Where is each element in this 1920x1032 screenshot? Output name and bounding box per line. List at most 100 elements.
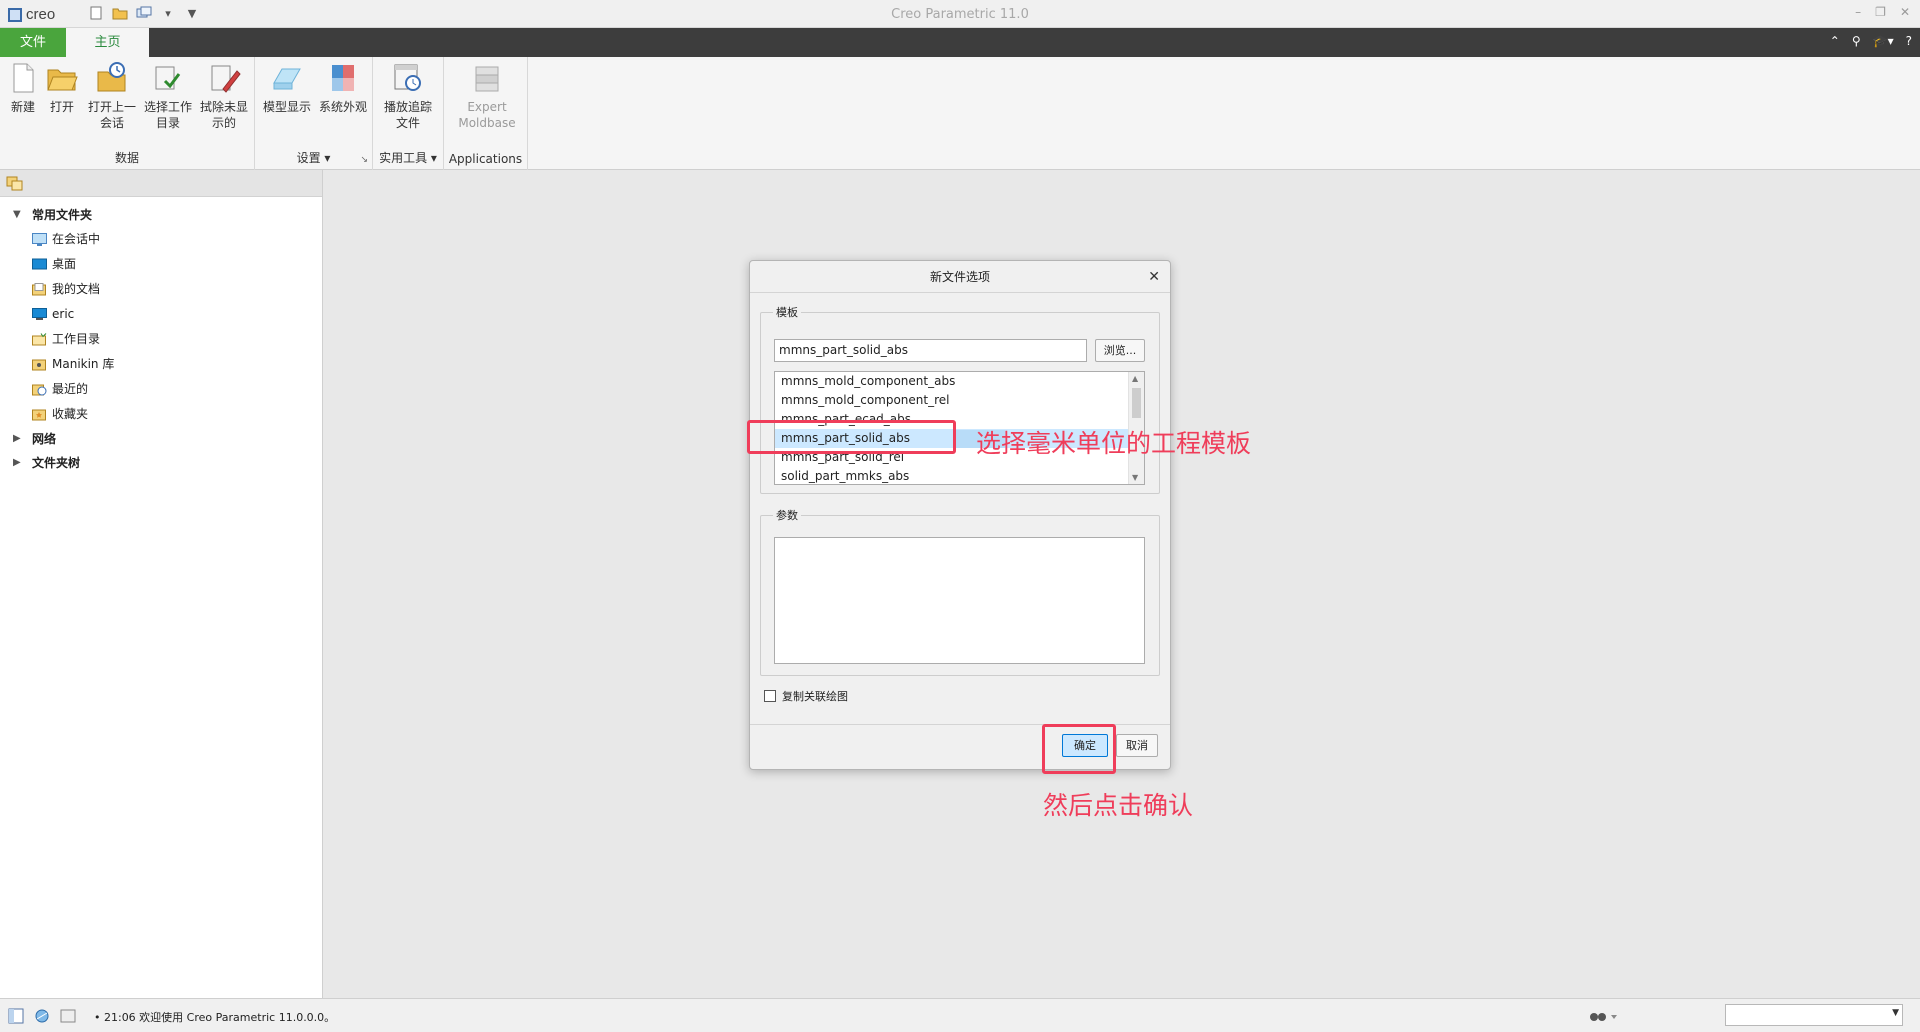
find-icon[interactable] <box>1589 1008 1619 1024</box>
tab-bar-tools: ⌃ ⚲ 🎓▾ ? <box>1830 34 1912 48</box>
in-session-icon <box>32 233 47 246</box>
nav-item-recent[interactable]: 最近的 <box>0 377 322 402</box>
tab-file[interactable]: 文件 <box>0 28 66 57</box>
folder-browser-icon[interactable] <box>6 175 24 191</box>
collapsed-arrow-icon[interactable]: ▶ <box>13 451 21 475</box>
nav-item-in-session[interactable]: 在会话中 <box>0 227 322 252</box>
ribbon: 新建 打开 打开上一 会话 选择工作 目录 拭除未显 示的 数据 模型显示 系统… <box>0 57 1920 170</box>
window-switch-icon[interactable] <box>136 5 152 21</box>
navigator-panel: ▼ 常用文件夹 在会话中 桌面 我的文档 eric 工作目录 Manikin 库… <box>0 170 323 998</box>
favorites-icon <box>32 409 46 421</box>
group-title-data: 数据 <box>114 151 139 165</box>
erase-icon <box>211 65 241 93</box>
restore-icon[interactable]: ❐ <box>1875 5 1886 19</box>
nav-item-manikin-library[interactable]: Manikin 库 <box>0 352 322 377</box>
template-input[interactable]: mmns_part_solid_abs <box>774 339 1087 362</box>
settings-dropdown[interactable]: 设置 ▾ <box>255 149 372 166</box>
new-file-options-dialog: 新文件选项 ✕ 模板 mmns_part_solid_abs 浏览... mmn… <box>749 260 1171 770</box>
list-item[interactable]: mmns_mold_component_abs <box>775 372 1128 391</box>
ribbon-group-settings: 模型显示 系统外观 设置 ▾ ↘ <box>255 57 373 170</box>
play-trail-file-button[interactable]: 播放追踪 文件 <box>379 61 437 131</box>
nav-item-desktop[interactable]: 桌面 <box>0 252 322 277</box>
collapsed-arrow-icon[interactable]: ▶ <box>13 427 21 451</box>
open-last-session-button[interactable]: 打开上一 会话 <box>84 61 140 131</box>
navigator-toggle-icon[interactable] <box>8 1008 24 1024</box>
close-icon[interactable]: ✕ <box>1148 261 1160 293</box>
creo-logo: creo <box>8 6 55 23</box>
working-directory-icon <box>32 333 47 346</box>
browse-button[interactable]: 浏览... <box>1095 339 1145 362</box>
system-appearance-icon <box>332 65 354 91</box>
navigator-header <box>0 170 322 197</box>
computer-icon <box>32 308 47 320</box>
scroll-thumb[interactable] <box>1132 388 1141 418</box>
learning-icon[interactable]: 🎓▾ <box>1873 34 1894 48</box>
scroll-down-icon[interactable]: ▼ <box>1132 473 1138 482</box>
utilities-dropdown[interactable]: 实用工具 ▾ <box>373 149 443 166</box>
documents-icon <box>32 283 46 296</box>
minimize-icon[interactable]: – <box>1855 5 1861 19</box>
new-file-icon[interactable] <box>88 5 104 21</box>
customize-toolbar-icon[interactable]: ▼ <box>184 5 200 21</box>
open-folder-icon[interactable] <box>112 5 128 21</box>
working-directory-icon <box>155 66 181 90</box>
tab-home[interactable]: 主页 <box>66 28 149 57</box>
moldbase-icon <box>475 66 499 92</box>
annotation-select-template: 选择毫米单位的工程模板 <box>976 429 1252 458</box>
selection-filter-dropdown[interactable]: ▼ <box>1725 1004 1903 1026</box>
annotation-box-template <box>747 420 956 454</box>
list-item[interactable]: mmns_mold_component_rel <box>775 391 1128 410</box>
dialog-title-bar: 新文件选项 ✕ <box>750 261 1170 293</box>
ribbon-group-utilities: 播放追踪 文件 实用工具 ▾ <box>373 57 444 170</box>
select-working-directory-button[interactable]: 选择工作 目录 <box>140 61 196 131</box>
chevron-down-icon[interactable]: ▾ <box>160 5 176 21</box>
status-message: • 21:06 欢迎使用 Creo Parametric 11.0.0.0。 <box>94 1011 336 1024</box>
folder-tree-section[interactable]: ▶ 文件夹树 <box>0 451 322 475</box>
nav-item-favorites[interactable]: 收藏夹 <box>0 402 322 427</box>
ribbon-tab-bar: 文件 主页 ⌃ ⚲ 🎓▾ ? <box>0 28 1920 57</box>
expanded-arrow-icon[interactable]: ▼ <box>13 203 21 227</box>
ribbon-group-applications: Expert Moldbase Applications <box>444 57 528 170</box>
annotation-box-ok <box>1042 724 1116 774</box>
title-bar: creo ▾ ▼ Creo Parametric 11.0 – ❐ ✕ <box>0 0 1920 28</box>
search-icon[interactable]: ⚲ <box>1852 34 1861 48</box>
open-folder-icon <box>47 69 78 91</box>
browser-toggle-icon[interactable] <box>34 1008 50 1024</box>
quick-access-toolbar: ▾ ▼ <box>88 5 200 21</box>
window-controls: – ❐ ✕ <box>1855 5 1910 19</box>
common-folders-section[interactable]: ▼ 常用文件夹 <box>0 203 322 227</box>
expert-moldbase-button[interactable]: Expert Moldbase <box>456 61 518 131</box>
trail-file-icon <box>394 64 421 91</box>
window-title: Creo Parametric 11.0 <box>891 7 1029 22</box>
open-button[interactable]: 打开 <box>36 61 88 115</box>
status-bar: • 21:06 欢迎使用 Creo Parametric 11.0.0.0。 ▼ <box>0 998 1920 1032</box>
library-icon <box>32 359 46 371</box>
system-appearance-button[interactable]: 系统外观 <box>315 61 371 115</box>
scroll-up-icon[interactable]: ▲ <box>1132 374 1138 383</box>
collapse-ribbon-icon[interactable]: ⌃ <box>1830 34 1840 48</box>
copy-drawing-label: 复制关联绘图 <box>782 690 848 703</box>
erase-not-displayed-button[interactable]: 拭除未显 示的 <box>196 61 252 131</box>
desktop-icon <box>32 258 47 270</box>
chevron-down-icon: ▼ <box>1892 1008 1899 1018</box>
list-item[interactable]: solid_part_mmks_abs <box>775 467 1128 484</box>
full-screen-icon[interactable] <box>60 1008 76 1024</box>
parameters-area[interactable] <box>774 537 1145 664</box>
network-section[interactable]: ▶ 网络 <box>0 427 322 451</box>
nav-item-working-directory[interactable]: 工作目录 <box>0 327 322 352</box>
annotation-then-confirm: 然后点击确认 <box>1043 791 1194 820</box>
help-icon[interactable]: ? <box>1906 34 1912 48</box>
model-display-button[interactable]: 模型显示 <box>259 61 315 115</box>
close-icon[interactable]: ✕ <box>1900 5 1910 19</box>
cancel-button[interactable]: 取消 <box>1116 734 1158 757</box>
model-display-icon <box>273 68 301 90</box>
nav-item-eric[interactable]: eric <box>0 302 322 327</box>
group-title-applications: Applications <box>448 152 523 166</box>
copy-drawing-checkbox[interactable] <box>764 690 776 702</box>
recent-icon <box>32 384 47 396</box>
nav-item-my-documents[interactable]: 我的文档 <box>0 277 322 302</box>
open-session-icon <box>97 62 126 92</box>
new-file-icon <box>13 63 34 93</box>
ribbon-group-data: 新建 打开 打开上一 会话 选择工作 目录 拭除未显 示的 数据 <box>0 57 255 170</box>
dialog-launcher-icon[interactable]: ↘ <box>360 155 368 165</box>
